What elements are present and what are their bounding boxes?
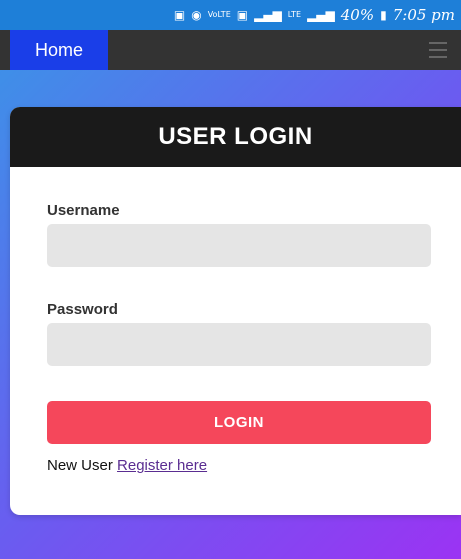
lte-indicator: LTE <box>287 10 302 19</box>
alarm-icon: ◉ <box>191 8 202 22</box>
register-link[interactable]: Register here <box>117 457 207 474</box>
username-label: Username <box>47 202 120 219</box>
battery-percent: 40% <box>340 6 375 24</box>
signal-icon-1: ▂▄▆ <box>254 8 282 22</box>
camera-icon: ▣ <box>173 8 186 22</box>
sync-icon: ▣ <box>236 8 249 22</box>
clock: 7:05 pm <box>392 6 455 24</box>
login-title: USER LOGIN <box>10 107 461 167</box>
login-button[interactable]: LOGIN <box>47 401 431 444</box>
status-bar: ▣ ◉ VoLTE ▣ ▂▄▆ LTE ▂▄▆ 40% ▮ 7:05 pm <box>0 0 461 30</box>
battery-icon: ▮ <box>380 8 387 22</box>
password-input[interactable] <box>47 323 431 366</box>
username-input[interactable] <box>47 224 431 267</box>
new-user-row: New User Register here <box>47 457 207 474</box>
volte-indicator: VoLTE <box>207 10 231 19</box>
nav-home-link[interactable]: Home <box>10 30 108 70</box>
hamburger-icon[interactable] <box>429 42 447 58</box>
new-user-text: New User <box>47 457 113 474</box>
signal-icon-2: ▂▄▆ <box>307 8 335 22</box>
password-label: Password <box>47 301 118 318</box>
navbar: Home <box>0 30 461 70</box>
